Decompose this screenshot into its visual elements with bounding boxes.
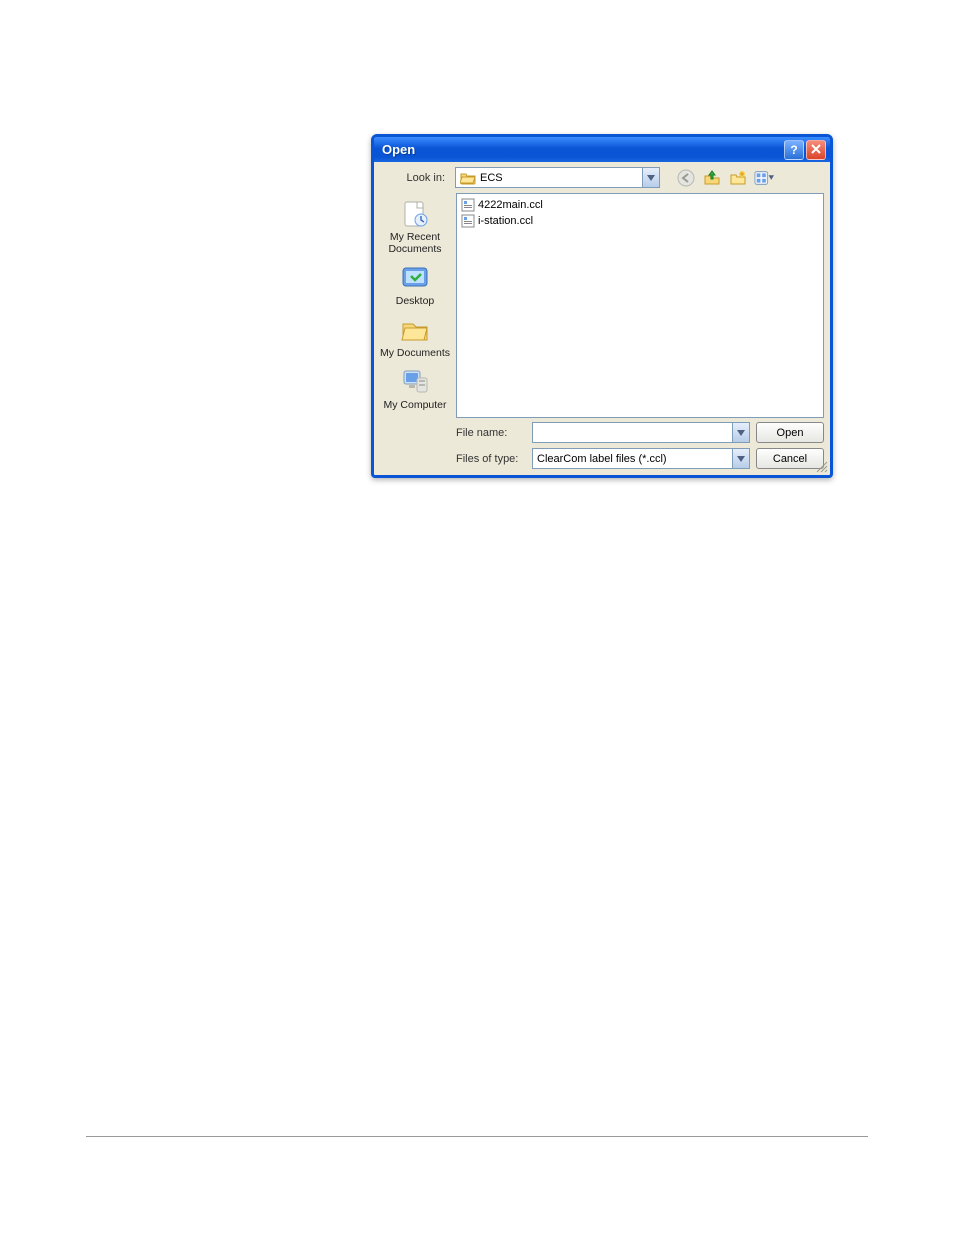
- close-button[interactable]: [806, 140, 826, 160]
- desktop-icon: [399, 262, 431, 294]
- files-of-type-label: Files of type:: [456, 453, 526, 465]
- recent-documents-icon: [399, 198, 431, 230]
- file-icon: [461, 198, 475, 212]
- places-recent-documents[interactable]: My Recent Documents: [379, 195, 451, 257]
- places-desktop[interactable]: Desktop: [379, 259, 451, 309]
- chevron-down-icon[interactable]: [642, 168, 659, 187]
- bottom-panel: File name: Open Files of type: ClearCom …: [374, 418, 830, 475]
- files-of-type-combo[interactable]: ClearCom label files (*.ccl): [532, 448, 750, 469]
- cancel-button-label: Cancel: [773, 453, 807, 465]
- places-label: My Recent Documents: [379, 231, 451, 255]
- open-button-label: Open: [777, 427, 804, 439]
- file-name: 4222main.ccl: [478, 199, 543, 211]
- places-my-documents[interactable]: My Documents: [379, 311, 451, 361]
- up-one-level-icon[interactable]: [702, 168, 722, 188]
- help-icon: ?: [790, 143, 797, 157]
- my-documents-icon: [399, 314, 431, 346]
- chevron-down-icon[interactable]: [732, 423, 749, 442]
- back-icon[interactable]: [676, 168, 696, 188]
- my-computer-icon: [399, 366, 431, 398]
- help-button[interactable]: ?: [784, 140, 804, 160]
- file-list[interactable]: 4222main.ccl i-station.ccl: [456, 193, 824, 418]
- create-new-folder-icon[interactable]: [728, 168, 748, 188]
- places-label: My Computer: [383, 399, 446, 411]
- list-item[interactable]: 4222main.ccl: [461, 197, 819, 213]
- file-name-combo[interactable]: [532, 422, 750, 443]
- look-in-value: ECS: [480, 172, 642, 184]
- files-of-type-value: ClearCom label files (*.ccl): [537, 453, 732, 465]
- dialog-title: Open: [382, 142, 784, 157]
- cancel-button[interactable]: Cancel: [756, 448, 824, 469]
- mid-area: My Recent Documents Desktop My Documents: [374, 193, 830, 418]
- dialog-body: Look in: ECS: [374, 162, 830, 475]
- places-bar: My Recent Documents Desktop My Documents: [374, 193, 456, 418]
- file-icon: [461, 214, 475, 228]
- titlebar: Open ?: [374, 137, 830, 162]
- file-name-label: File name:: [456, 427, 526, 439]
- footer-separator: [86, 1136, 868, 1137]
- places-my-computer[interactable]: My Computer: [379, 363, 451, 413]
- open-folder-icon: [460, 171, 476, 185]
- open-file-dialog: Open ? Look in: ECS: [371, 134, 833, 478]
- list-item[interactable]: i-station.ccl: [461, 213, 819, 229]
- close-icon: [811, 143, 821, 157]
- resize-grip[interactable]: [816, 461, 828, 473]
- places-label: Desktop: [396, 295, 435, 307]
- chevron-down-icon[interactable]: [732, 449, 749, 468]
- toolbar-icons: [676, 168, 774, 188]
- titlebar-buttons: ?: [784, 140, 826, 160]
- places-label: My Documents: [380, 347, 450, 359]
- look-in-combo[interactable]: ECS: [455, 167, 660, 188]
- file-name: i-station.ccl: [478, 215, 533, 227]
- view-menu-icon[interactable]: [754, 168, 774, 188]
- look-in-label: Look in:: [374, 172, 449, 184]
- toolbar: Look in: ECS: [374, 162, 830, 193]
- open-button[interactable]: Open: [756, 422, 824, 443]
